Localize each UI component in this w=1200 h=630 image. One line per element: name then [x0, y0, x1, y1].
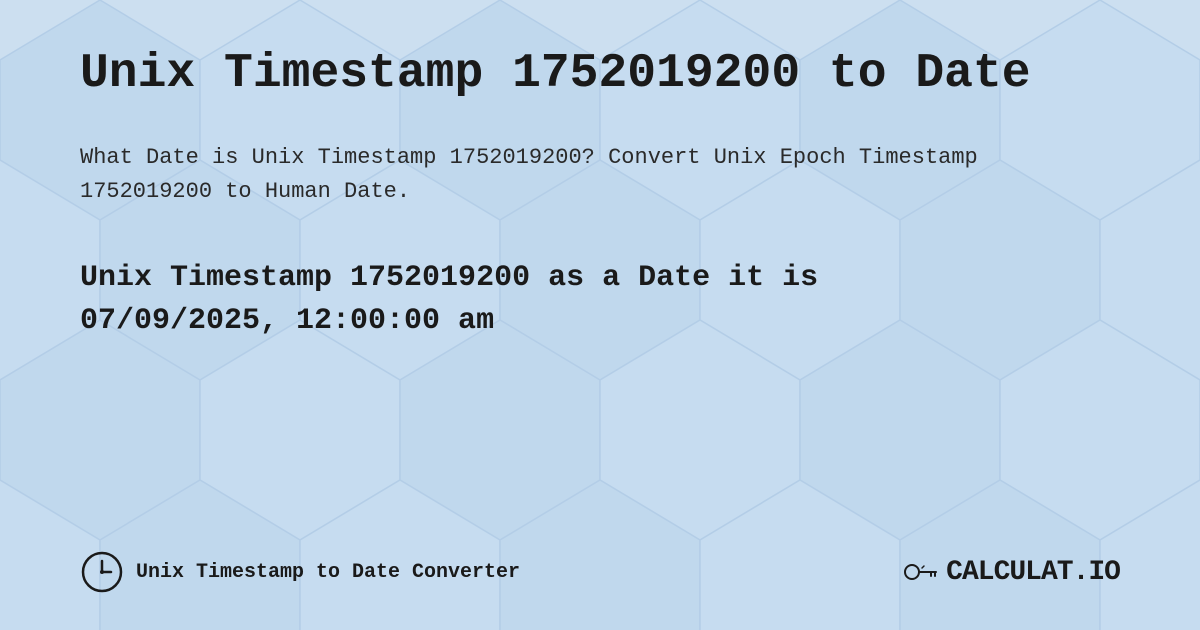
result-block: Unix Timestamp 1752019200 as a Date it i…	[80, 257, 1120, 344]
clock-icon	[80, 550, 124, 594]
footer-link-text[interactable]: Unix Timestamp to Date Converter	[136, 561, 520, 584]
result-line1: Unix Timestamp 1752019200 as a Date it i…	[80, 261, 818, 295]
logo-text: CALCULAT.IO	[946, 557, 1120, 588]
logo-area: CALCULAT.IO	[902, 554, 1120, 590]
main-content: Unix Timestamp 1752019200 to Date What D…	[0, 0, 1200, 630]
footer-left: Unix Timestamp to Date Converter	[80, 550, 520, 594]
page-title: Unix Timestamp 1752019200 to Date	[80, 48, 1120, 101]
description-text: What Date is Unix Timestamp 1752019200? …	[80, 141, 980, 209]
result-line2: 07/09/2025, 12:00:00 am	[80, 304, 494, 338]
logo-icon	[902, 554, 938, 590]
footer: Unix Timestamp to Date Converter CALCULA…	[80, 542, 1120, 594]
